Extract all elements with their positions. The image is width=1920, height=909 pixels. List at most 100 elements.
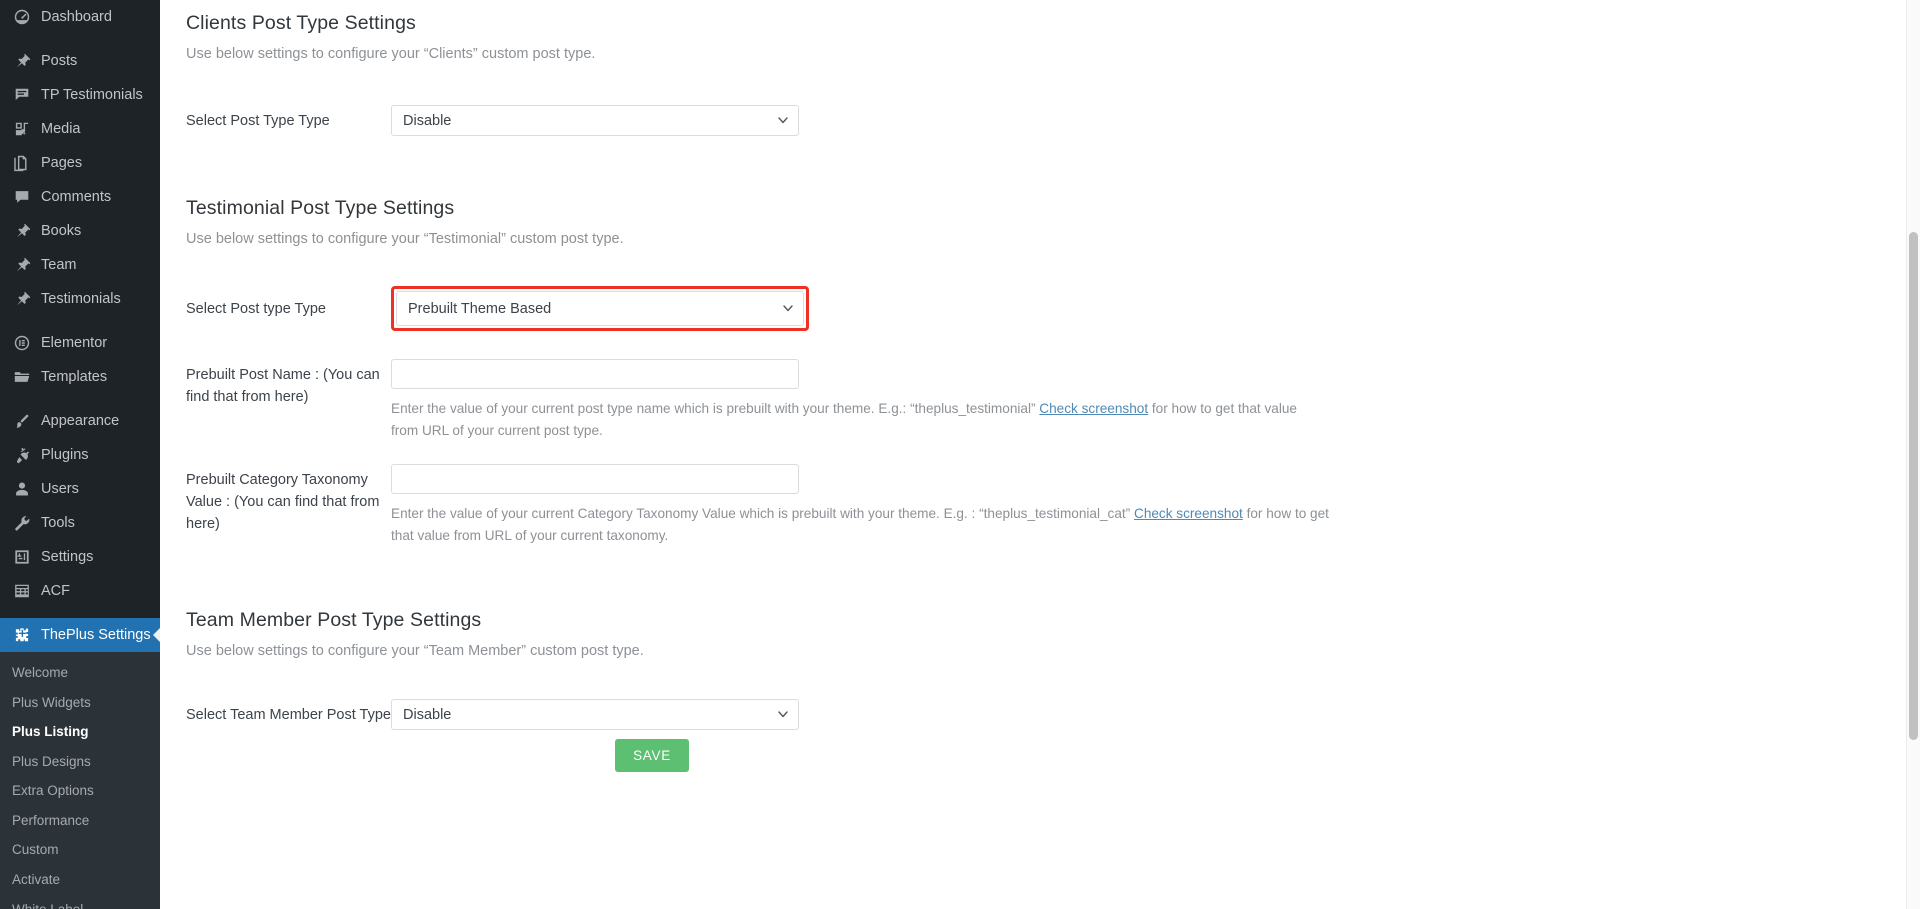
sidebar-item-dashboard-label: Dashboard	[41, 8, 112, 25]
submenu-item-performance[interactable]: Performance	[0, 806, 160, 836]
prebuilt-taxonomy-input[interactable]	[391, 464, 799, 495]
user-icon	[12, 479, 32, 499]
sidebar-item-pages-label: Pages	[41, 154, 83, 171]
sidebar-item-comments[interactable]: Comments	[0, 180, 160, 214]
sidebar-item-templates[interactable]: Templates	[0, 360, 160, 394]
prebuilt-taxonomy-help: Enter the value of your current Category…	[391, 503, 1351, 547]
save-button-wrap: SAVE	[391, 739, 1878, 773]
prebuilt-post-name-control: Enter the value of your current post typ…	[391, 359, 1878, 442]
pin-icon	[12, 51, 32, 71]
pin-icon	[12, 289, 32, 309]
brush-icon	[12, 411, 32, 431]
sidebar-item-books[interactable]: Books	[0, 214, 160, 248]
sidebar-item-theplus-settings[interactable]: ThePlus Settings	[0, 618, 160, 652]
clients-post-type-select[interactable]: Disable	[391, 105, 799, 136]
sidebar-item-settings[interactable]: Settings	[0, 540, 160, 574]
content-area: Clients Post Type Settings Use below set…	[160, 0, 1920, 909]
sidebar-item-settings-label: Settings	[41, 548, 94, 565]
dashboard-icon	[12, 7, 32, 27]
prebuilt-post-name-input[interactable]	[391, 359, 799, 389]
page-scrollbar[interactable]	[1906, 0, 1920, 909]
sidebar-item-posts-label: Posts	[41, 52, 78, 69]
team-member-post-type-section: Team Member Post Type Settings Use below…	[186, 547, 1878, 773]
submenu-item-plus-designs[interactable]: Plus Designs	[0, 747, 160, 777]
submenu-item-custom[interactable]: Custom	[0, 835, 160, 865]
sidebar-item-tp-testimonials-label: TP Testimonials	[41, 86, 143, 103]
wordpress-admin-screen: Dashboard Posts TP Testimonials Media Pages C…	[0, 0, 1920, 909]
team-post-type-select[interactable]: Disable	[391, 699, 799, 731]
submenu-item-plus-widgets[interactable]: Plus Widgets	[0, 688, 160, 718]
clients-post-type-select-value: Disable	[403, 112, 452, 129]
sidebar-item-users-label: Users	[41, 480, 79, 497]
page-scrollbar-thumb[interactable]	[1909, 232, 1918, 740]
clients-post-type-label: Select Post Type Type	[186, 113, 330, 129]
team-post-type-select-value: Disable	[403, 706, 452, 723]
sidebar-item-media[interactable]: Media	[0, 112, 160, 146]
grid-icon	[12, 581, 32, 601]
pin-icon	[12, 221, 32, 241]
admin-sidebar: Dashboard Posts TP Testimonials Media Pages C…	[0, 0, 160, 909]
sidebar-item-elementor-label: Elementor	[41, 334, 108, 351]
sidebar-item-templates-label: Templates	[41, 368, 108, 385]
folder-icon	[12, 367, 32, 387]
wrench-icon	[12, 513, 32, 533]
pin-icon	[12, 255, 32, 275]
sidebar-item-testimonials[interactable]: Testimonials	[0, 282, 160, 316]
prebuilt-post-name-row: Prebuilt Post Name : (You can find that …	[186, 359, 1878, 442]
prebuilt-post-name-help: Enter the value of your current post typ…	[391, 398, 1316, 442]
team-section-title: Team Member Post Type Settings	[186, 609, 482, 632]
clients-post-type-control: Disable	[391, 105, 1878, 136]
testimonial-post-type-control: Prebuilt Theme Based	[391, 286, 1878, 331]
submenu-item-plus-listing[interactable]: Plus Listing	[0, 717, 160, 747]
sidebar-item-acf-label: ACF	[41, 582, 70, 599]
team-post-type-label: Select Team Member Post Type	[186, 707, 391, 724]
sidebar-item-tp-testimonials[interactable]: TP Testimonials	[0, 78, 160, 112]
media-icon	[12, 119, 32, 139]
submenu-item-welcome[interactable]: Welcome	[0, 658, 160, 688]
submenu-item-extra-options[interactable]: Extra Options	[0, 776, 160, 806]
sidebar-item-users[interactable]: Users	[0, 472, 160, 506]
submenu-item-activate[interactable]: Activate	[0, 865, 160, 895]
submenu-item-white-label[interactable]: White Label	[0, 895, 160, 909]
sidebar-item-acf[interactable]: ACF	[0, 574, 160, 608]
sidebar-item-team[interactable]: Team	[0, 248, 160, 282]
prebuilt-taxonomy-help-link[interactable]: Check screenshot	[1134, 506, 1243, 521]
team-section-description: Use below settings to configure your “Te…	[186, 643, 644, 660]
sidebar-item-tools-label: Tools	[41, 514, 75, 531]
elementor-icon	[12, 333, 32, 353]
clients-post-type-section: Clients Post Type Settings Use below set…	[186, 0, 1878, 136]
sidebar-item-appearance[interactable]: Appearance	[0, 404, 160, 438]
testimonial-post-type-highlight: Prebuilt Theme Based	[391, 286, 809, 331]
sidebar-item-pages[interactable]: Pages	[0, 146, 160, 180]
sidebar-item-posts[interactable]: Posts	[0, 44, 160, 78]
sidebar-item-appearance-label: Appearance	[41, 412, 120, 429]
prebuilt-taxonomy-help-before: Enter the value of your current Category…	[391, 506, 1134, 522]
sidebar-item-team-label: Team	[41, 256, 77, 273]
comment-icon	[12, 187, 32, 207]
theplus-settings-submenu: Welcome Plus Widgets Plus Listing Plus Desi…	[0, 652, 160, 909]
testimonial-section-description: Use below settings to configure your “Te…	[186, 231, 624, 247]
sidebar-item-plugins[interactable]: Plugins	[0, 438, 160, 472]
chevron-down-icon	[778, 116, 788, 124]
prebuilt-post-name-help-before: Enter the value of your current post typ…	[391, 401, 1040, 416]
sidebar-item-comments-label: Comments	[41, 188, 112, 205]
chevron-down-icon	[778, 710, 788, 718]
sidebar-item-tools[interactable]: Tools	[0, 506, 160, 540]
save-button[interactable]: SAVE	[615, 739, 689, 773]
pages-icon	[12, 153, 32, 173]
sidebar-item-media-label: Media	[41, 120, 81, 137]
sidebar-item-theplus-settings-label: ThePlus Settings	[41, 626, 151, 643]
prebuilt-taxonomy-control: Enter the value of your current Category…	[391, 464, 1878, 547]
sidebar-item-testimonials-label: Testimonials	[41, 290, 121, 307]
clients-post-type-row: Select Post Type Type Disable	[186, 105, 1878, 136]
prebuilt-taxonomy-row: Prebuilt Category Taxonomy Value : (You …	[186, 464, 1878, 547]
testimonial-post-type-select-value: Prebuilt Theme Based	[408, 300, 552, 317]
testimonial-post-type-select[interactable]: Prebuilt Theme Based	[396, 291, 804, 326]
testimonial-post-type-section: Testimonial Post Type Settings Use below…	[186, 136, 1878, 547]
sidebar-item-elementor[interactable]: Elementor	[0, 326, 160, 360]
clients-section-description: Use below settings to configure your “Cl…	[186, 46, 596, 62]
prebuilt-post-name-help-link[interactable]: Check screenshot	[1039, 401, 1148, 416]
prebuilt-taxonomy-label: Prebuilt Category Taxonomy Value : (You …	[186, 472, 380, 532]
sidebar-item-dashboard[interactable]: Dashboard	[0, 0, 160, 34]
sidebar-item-plugins-label: Plugins	[41, 446, 89, 463]
